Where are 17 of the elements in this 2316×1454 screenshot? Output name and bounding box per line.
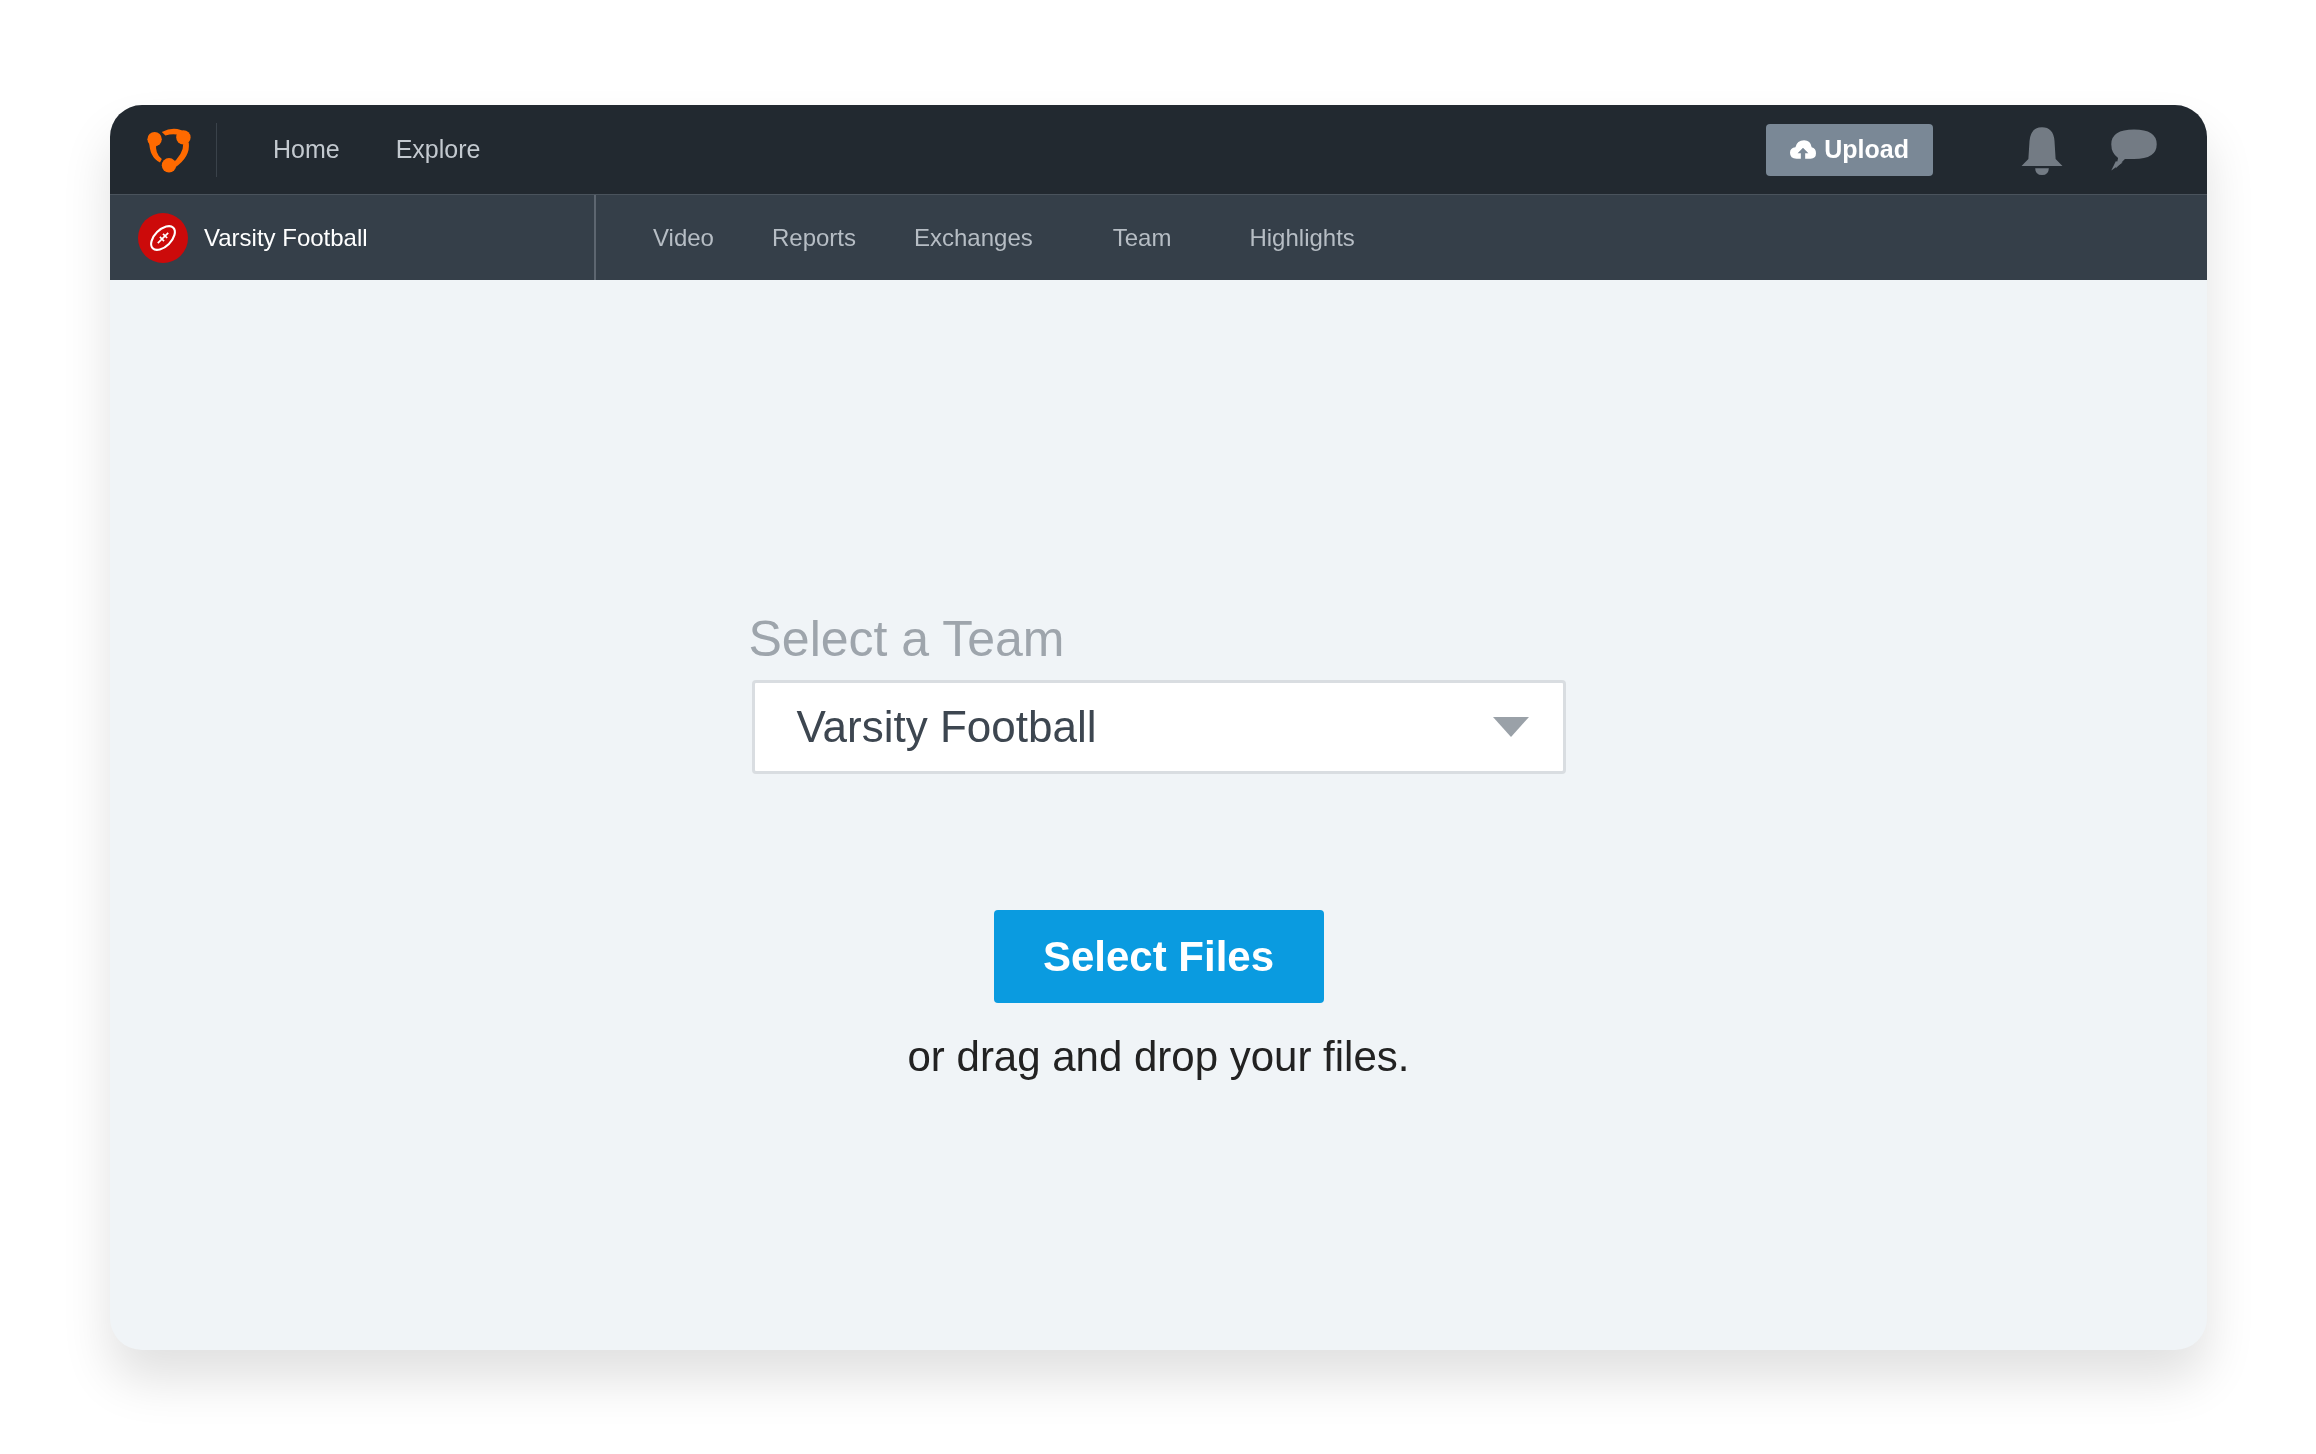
- select-files-button[interactable]: Select Files: [993, 910, 1324, 1003]
- nav-tab[interactable]: Exchanges: [914, 223, 1033, 252]
- drop-hint: or drag and drop your files.: [907, 1033, 1410, 1081]
- bell-icon[interactable]: [2019, 124, 2065, 175]
- caret-icon: [1492, 717, 1529, 737]
- nav-link[interactable]: Home: [273, 135, 340, 164]
- nav-tab[interactable]: Team: [1112, 223, 1172, 252]
- team-dropdown[interactable]: Varsity Football: [751, 680, 1566, 774]
- field-label: Select a Team: [748, 610, 1066, 668]
- cloud-upload-icon: [1790, 139, 1817, 160]
- upload-button[interactable]: Upload: [1766, 123, 1933, 176]
- nav-tab[interactable]: Reports: [771, 223, 856, 252]
- nav-tab[interactable]: Video: [653, 223, 714, 252]
- nav-link[interactable]: Explore: [395, 135, 481, 164]
- football-icon: [138, 212, 188, 263]
- team-name: Varsity Football: [204, 223, 368, 252]
- nav-tab[interactable]: Highlights: [1249, 223, 1355, 252]
